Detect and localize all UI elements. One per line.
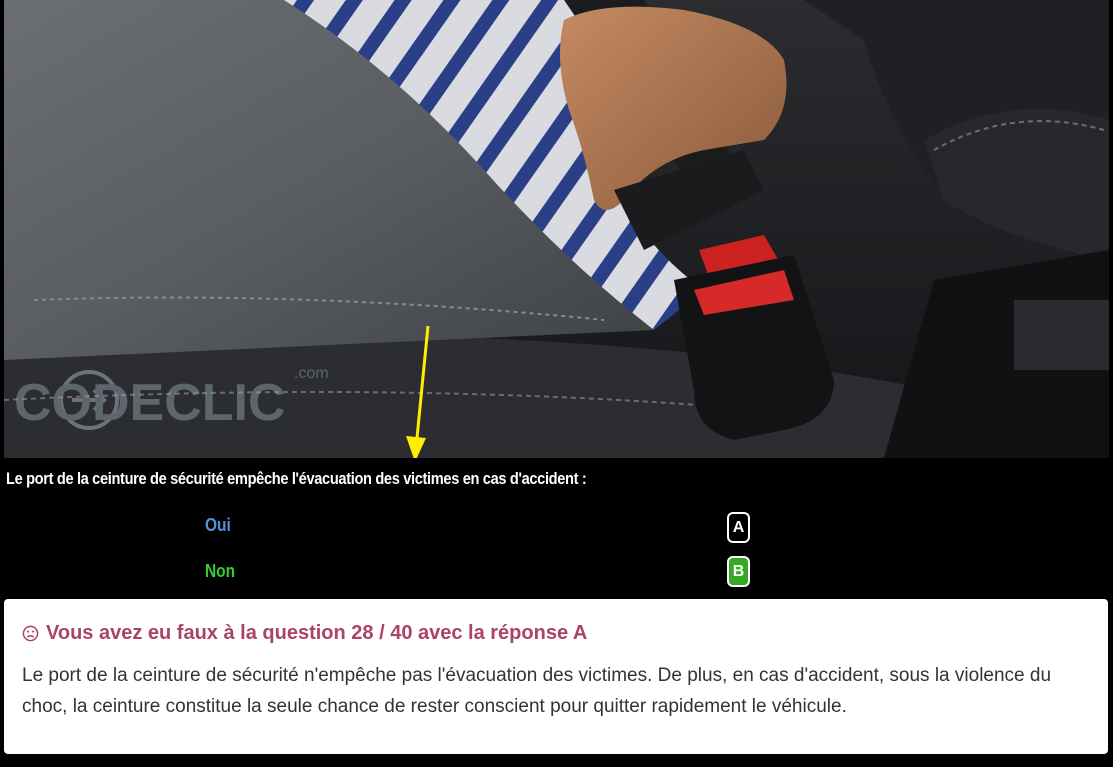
answer-b-label[interactable]: Non bbox=[205, 561, 235, 582]
feedback-explanation: Le port de la ceinture de sécurité n'emp… bbox=[22, 665, 1052, 717]
svg-text:CODECLIC: CODECLIC bbox=[14, 374, 286, 432]
feedback-title: Vous avez eu faux à la question 28 / 40 … bbox=[46, 621, 588, 644]
svg-text:.com: .com bbox=[294, 365, 329, 382]
frown-face-icon bbox=[22, 625, 39, 641]
answer-a-button[interactable]: A bbox=[727, 512, 750, 543]
answer-b-button[interactable]: B bbox=[727, 556, 750, 587]
question-text: Le port de la ceinture de sécurité empêc… bbox=[6, 469, 587, 488]
feedback-panel: Vous avez eu faux à la question 28 / 40 … bbox=[4, 599, 1108, 754]
feedback-title-row: Vous avez eu faux à la question 28 / 40 … bbox=[22, 620, 1090, 646]
codeclic-watermark: CODECLIC .com bbox=[14, 365, 329, 432]
answer-a-label[interactable]: Oui bbox=[205, 515, 231, 536]
question-photo: CODECLIC .com bbox=[4, 0, 1109, 458]
